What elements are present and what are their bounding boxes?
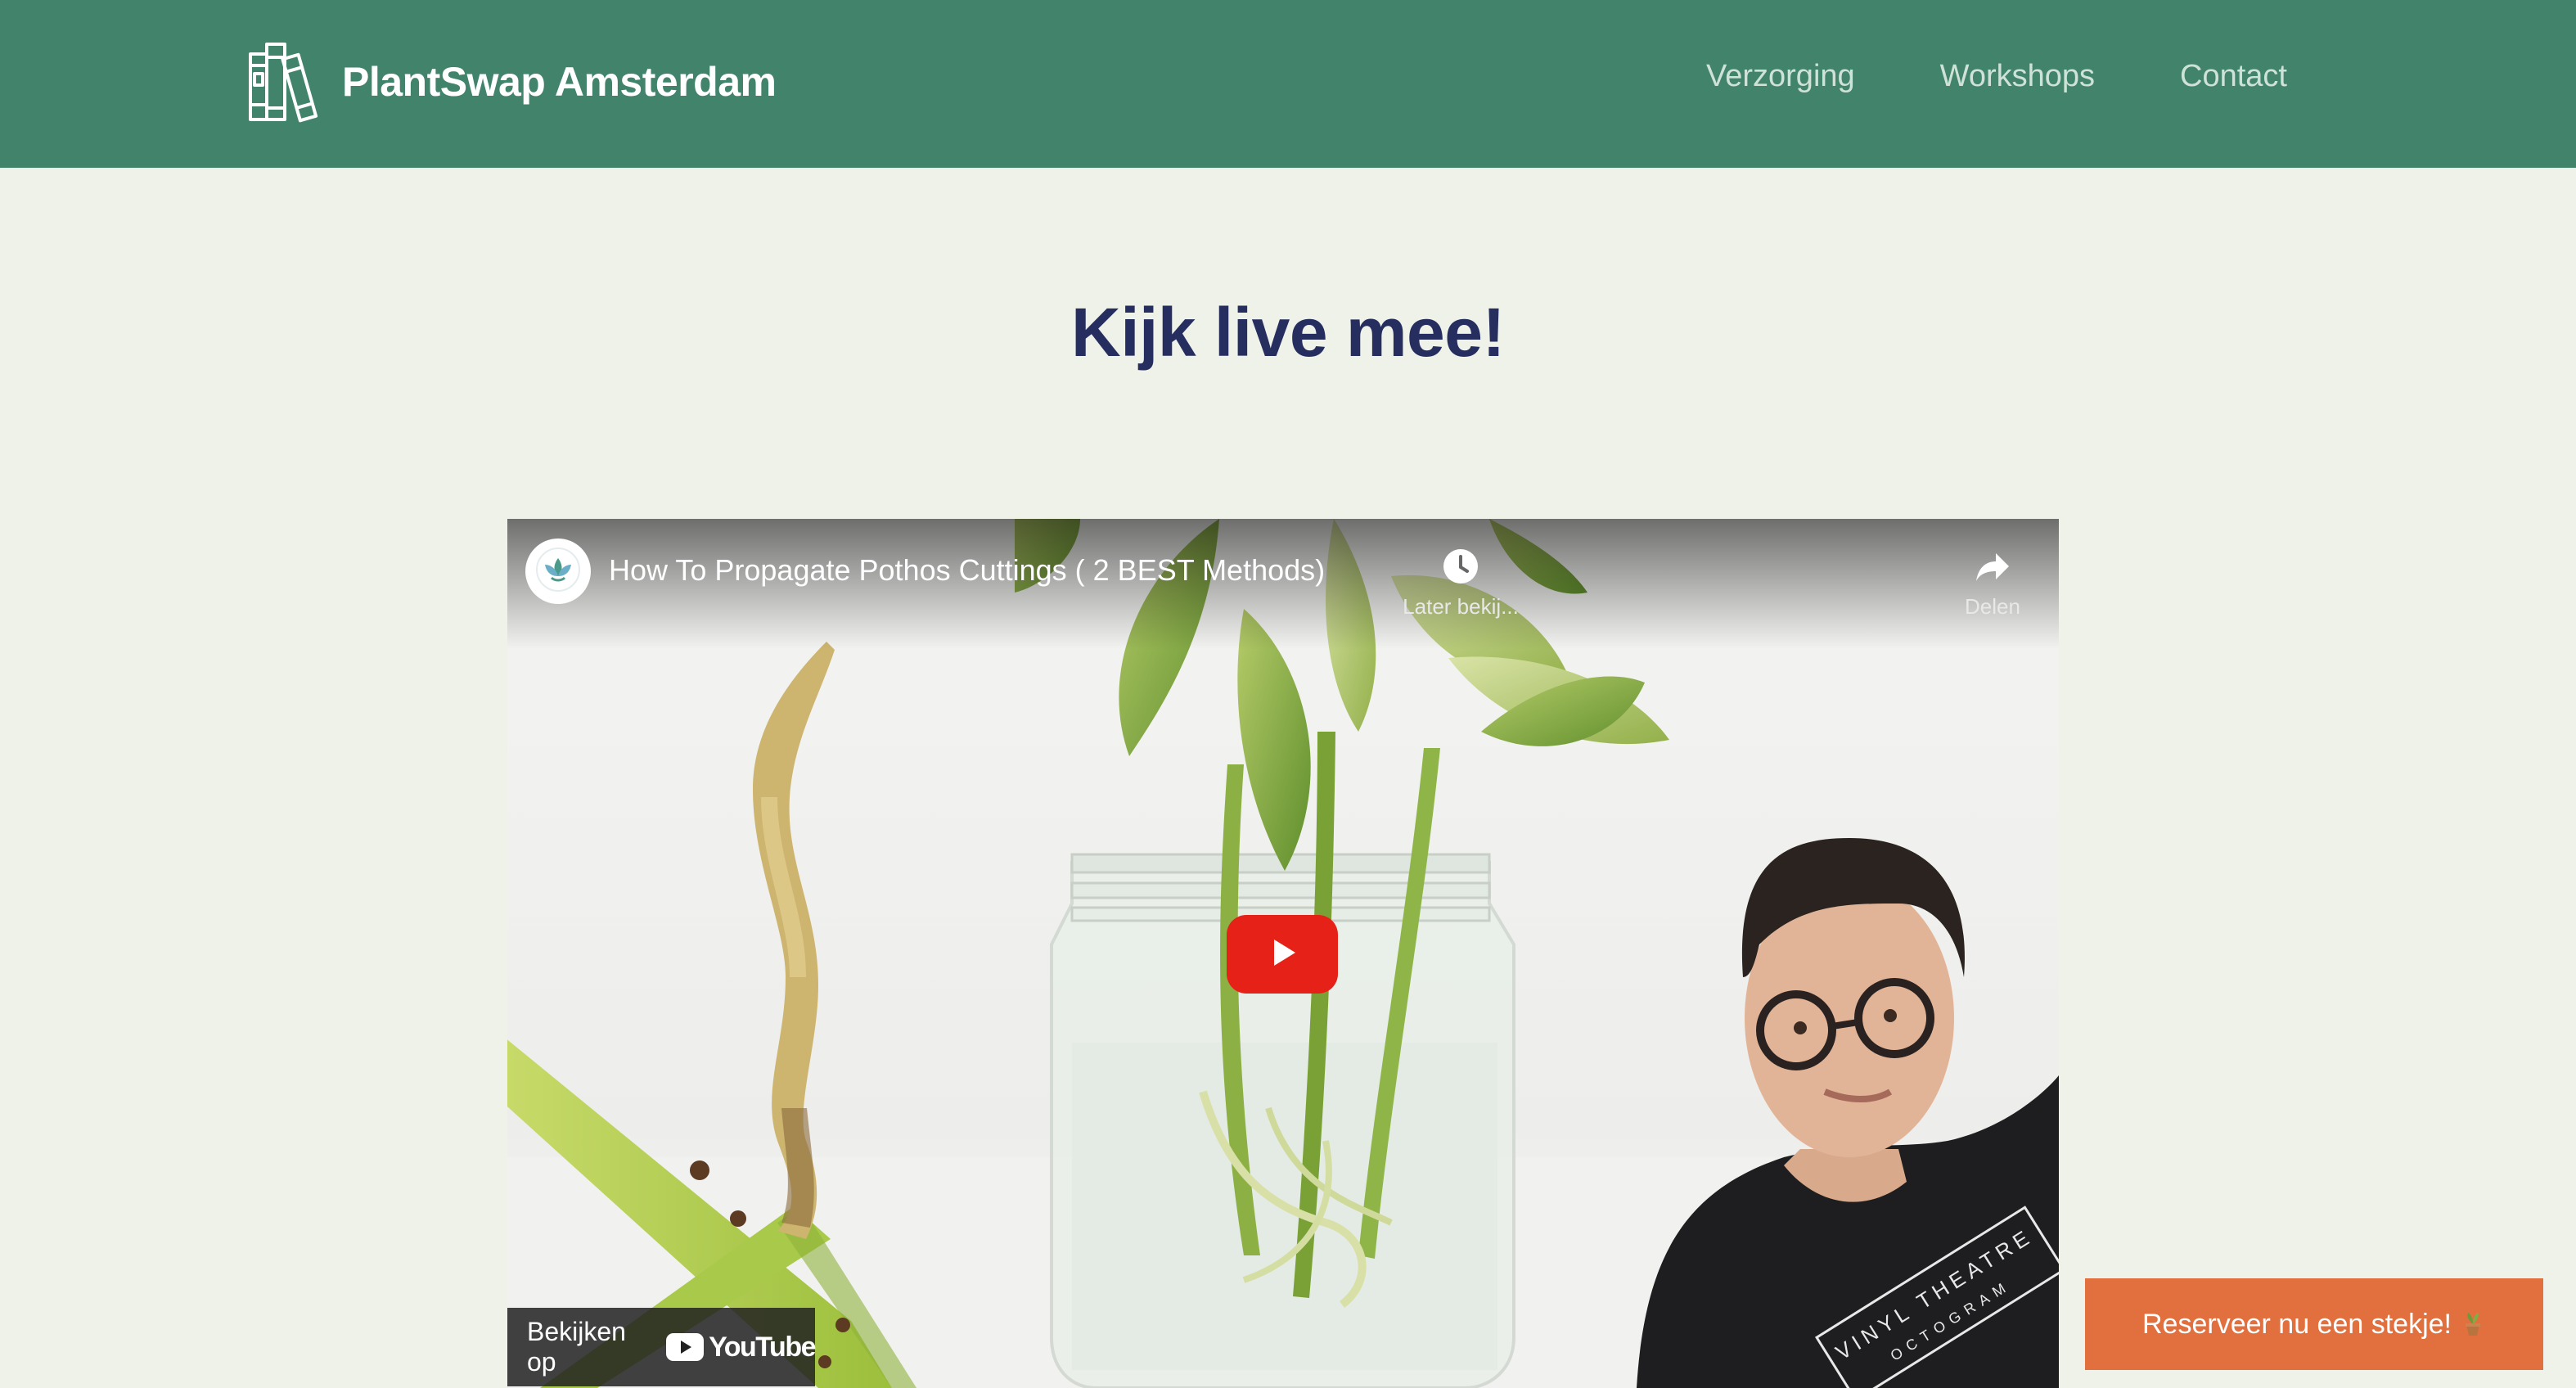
youtube-play-icon [666,1333,705,1361]
nav-item-verzorging[interactable]: Verzorging [1706,59,1855,94]
brand-logo[interactable]: PlantSwap Amsterdam [245,39,777,124]
video-title[interactable]: How To Propagate Pothos Cuttings ( 2 BES… [609,553,1325,588]
watch-on-youtube-button[interactable]: Bekijken op YouTube [507,1308,816,1386]
books-icon [245,39,331,124]
play-button[interactable] [1227,915,1338,994]
nav-item-workshops[interactable]: Workshops [1940,59,2095,94]
play-icon [1263,933,1302,976]
main-nav: Verzorging Workshops Contact [1706,59,2287,94]
page-title: Kijk live mee! [1071,294,1505,371]
site-header: PlantSwap Amsterdam Verzorging Workshops… [0,0,2576,168]
plant-leaf-icon [535,547,581,597]
nav-item-contact[interactable]: Contact [2180,59,2287,94]
clock-icon [1395,545,1526,588]
watch-later-label: Later bekij... [1403,594,1519,619]
brand-name: PlantSwap Amsterdam [342,59,777,105]
share-label: Delen [1965,594,2020,619]
channel-avatar[interactable] [525,539,591,604]
video-embed[interactable]: VINYL THEATRE OCTOGRAM How To Propagate … [507,519,2059,1388]
watch-on-label: Bekijken op [527,1317,626,1377]
youtube-logo: YouTube [666,1331,816,1363]
potted-plant-icon [2460,1311,2486,1337]
cta-label: Reserveer nu een stekje! [2142,1308,2452,1340]
reserve-cutting-button[interactable]: Reserveer nu een stekje! [2085,1278,2543,1370]
watch-later-button[interactable]: Later bekij... [1395,539,1526,620]
share-arrow-icon [1927,545,2058,588]
youtube-wordmark: YouTube [709,1331,816,1363]
share-button[interactable]: Delen [1927,539,2058,620]
